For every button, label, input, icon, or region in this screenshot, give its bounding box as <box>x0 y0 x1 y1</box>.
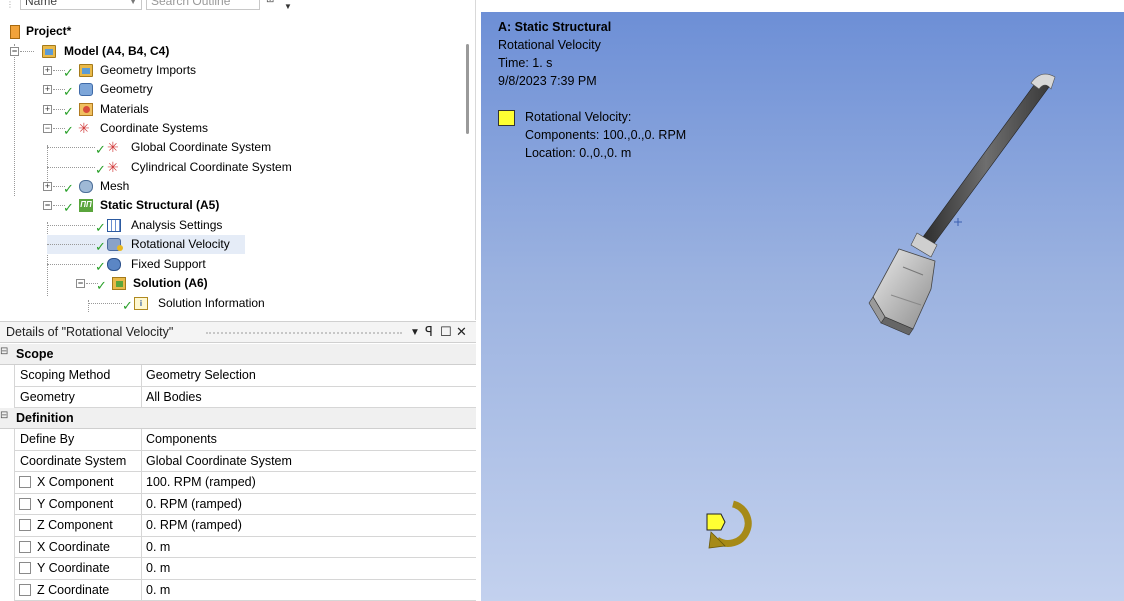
collapse-icon[interactable]: − <box>10 47 19 56</box>
maximize-icon[interactable]: ☐ <box>440 324 452 340</box>
property-row[interactable]: Coordinate System Global Coordinate Syst… <box>14 450 476 472</box>
static-structural-icon: ΠΠ <box>79 199 93 212</box>
expand-icon[interactable]: + <box>43 66 52 75</box>
expand-icon[interactable]: + <box>43 105 52 114</box>
section-scope[interactable]: ⊟ Scope <box>0 344 476 365</box>
viewport-time: Time: 1. s <box>498 56 553 70</box>
legend-swatch <box>498 110 515 126</box>
parameter-checkbox[interactable] <box>19 562 31 574</box>
collapse-icon[interactable]: − <box>43 201 52 210</box>
property-row[interactable]: Y Coordinate 0. m <box>14 558 476 580</box>
parameter-checkbox[interactable] <box>19 540 31 553</box>
coordinate-system-icon: ✳ <box>107 159 119 175</box>
parameter-checkbox[interactable] <box>19 476 31 488</box>
check-icon: ✓ <box>95 239 106 254</box>
shaft-model[interactable] <box>851 67 1071 337</box>
check-icon: ✓ <box>63 104 74 119</box>
check-icon: ✓ <box>63 65 74 80</box>
materials-icon <box>79 103 93 116</box>
check-icon: ✓ <box>63 200 74 215</box>
expand-icon[interactable]: + <box>43 85 52 94</box>
name-column-label: Name <box>25 0 58 8</box>
rotational-velocity-icon <box>107 238 123 251</box>
details-header: Details of "Rotational Velocity" ▼ ꟼ ☐ ✕ <box>0 321 476 343</box>
chevron-down-icon: ▼ <box>129 0 137 6</box>
solution-information-icon: i <box>134 297 148 310</box>
check-icon: ✓ <box>63 84 74 99</box>
parameter-checkbox[interactable] <box>19 497 31 510</box>
analysis-settings-icon <box>107 219 121 232</box>
check-icon: ✓ <box>96 278 107 293</box>
property-row[interactable]: Geometry All Bodies <box>14 386 476 408</box>
outline-panel: ⋮ Name ▼ Search Outline ⊞ ▼ Project* − M… <box>0 0 476 320</box>
property-row[interactable]: Scoping Method Geometry Selection <box>14 365 476 387</box>
viewport-date: 9/8/2023 7:39 PM <box>498 74 597 88</box>
rotational-velocity-arrow-icon[interactable] <box>703 496 763 554</box>
collapse-icon[interactable]: − <box>76 279 85 288</box>
property-row[interactable]: X Coordinate 0. m <box>14 536 476 558</box>
name-column-dropdown[interactable]: Name ▼ <box>20 0 142 10</box>
parameter-checkbox[interactable] <box>19 583 31 596</box>
close-icon[interactable]: ✕ <box>456 324 467 340</box>
geometry-imports-icon <box>79 64 93 77</box>
property-row[interactable]: Y Component 0. RPM (ramped) <box>14 493 476 515</box>
details-grid: ⊟ Scope Scoping Method Geometry Selectio… <box>0 344 476 601</box>
property-row[interactable]: Z Component 0. RPM (ramped) <box>14 515 476 537</box>
check-icon: ✓ <box>95 142 106 157</box>
viewport-top-gap <box>481 0 1124 12</box>
more-options-icon[interactable]: ▼ <box>284 2 292 11</box>
dropdown-icon[interactable]: ▼ <box>410 327 420 338</box>
grip-icon[interactable]: ⋮ <box>6 0 14 9</box>
property-row[interactable]: Z Coordinate 0. m <box>14 579 476 601</box>
model-icon <box>42 45 56 58</box>
solution-icon <box>112 277 126 290</box>
header-grip[interactable] <box>206 332 402 334</box>
legend-label: Rotational Velocity: <box>525 110 632 124</box>
check-icon: ✓ <box>63 123 74 138</box>
check-icon: ✓ <box>122 298 133 313</box>
fixed-support-icon <box>107 258 121 271</box>
filter-icon[interactable]: ⊞ <box>266 0 274 5</box>
geometry-icon <box>79 83 93 96</box>
search-outline-input[interactable]: Search Outline <box>146 0 260 10</box>
coordinate-system-icon: ✳ <box>107 139 119 155</box>
legend-location: Location: 0.,0.,0. m <box>525 146 632 160</box>
viewport-title: A: Static Structural <box>498 20 612 34</box>
check-icon: ✓ <box>63 181 74 196</box>
project-icon <box>10 25 20 39</box>
legend-components: Components: 100.,0.,0. RPM <box>525 128 687 142</box>
tree-item-rotational-velocity[interactable]: ✓ Rotational Velocity <box>47 235 245 254</box>
coordinate-systems-icon: ✳ <box>78 120 90 136</box>
details-title: Details of "Rotational Velocity" <box>6 325 174 339</box>
collapse-icon[interactable]: ⊟ <box>0 410 8 421</box>
graphics-viewport[interactable]: A: Static Structural Rotational Velocity… <box>481 12 1124 601</box>
section-definition[interactable]: ⊟ Definition <box>0 408 476 429</box>
property-row[interactable]: Define By Components <box>14 429 476 451</box>
mesh-icon <box>79 180 93 193</box>
expand-icon[interactable]: + <box>43 182 52 191</box>
outline-scrollbar[interactable] <box>466 44 469 134</box>
collapse-icon[interactable]: ⊟ <box>0 346 8 357</box>
viewport-subtitle: Rotational Velocity <box>498 38 601 52</box>
property-row[interactable]: X Component 100. RPM (ramped) <box>14 472 476 494</box>
parameter-checkbox[interactable] <box>19 519 31 531</box>
pin-icon[interactable]: ꟼ <box>425 324 433 340</box>
check-icon: ✓ <box>95 259 106 274</box>
collapse-icon[interactable]: − <box>43 124 52 133</box>
outline-header: ⋮ Name ▼ Search Outline ⊞ ▼ <box>0 0 475 20</box>
